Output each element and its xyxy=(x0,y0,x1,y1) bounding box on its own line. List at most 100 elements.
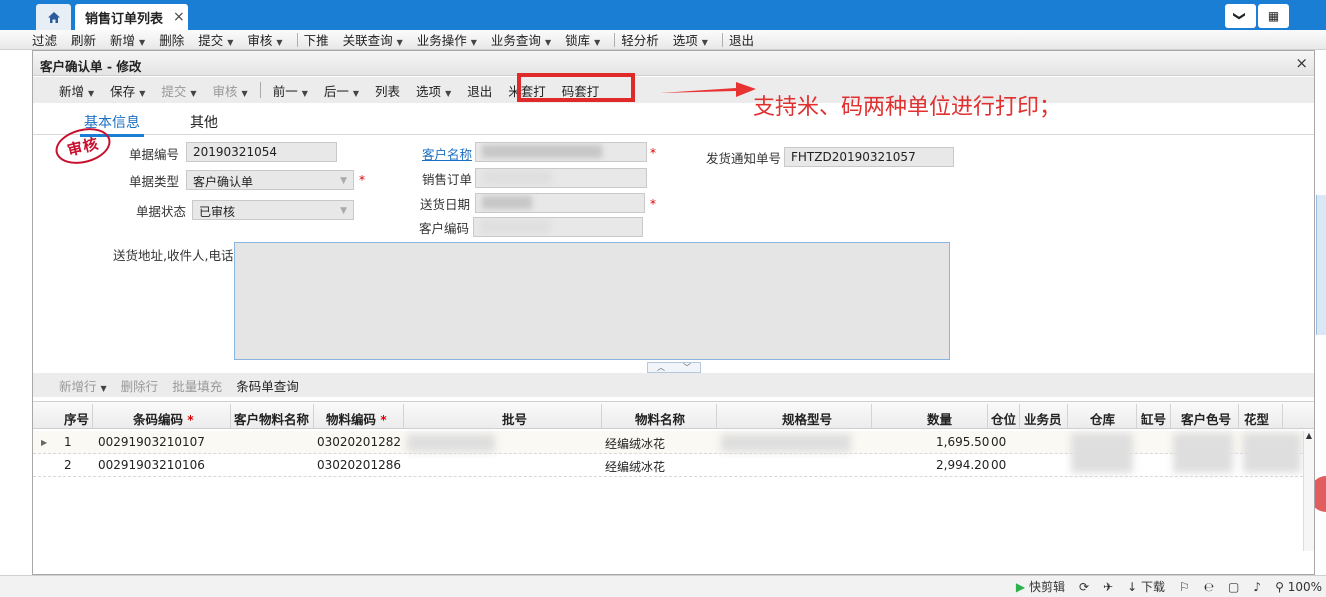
close-icon[interactable]: × xyxy=(1295,54,1308,72)
menu-filter[interactable]: 过滤 xyxy=(32,30,64,49)
menu-lock-stock[interactable]: 锁库 ▼ xyxy=(565,30,607,49)
top-tab-bar: 销售订单列表 × ❯ ▦ xyxy=(0,0,1326,30)
tab-sales-order-list[interactable]: 销售订单列表 × xyxy=(75,4,188,30)
table-row[interactable]: 2 00291903210106 03020201286 经编绒冰花 2,994… xyxy=(33,454,1303,477)
tb-options-label: 选项 xyxy=(416,83,442,99)
chevron-down-icon[interactable]: ❯ xyxy=(1225,4,1256,28)
col-seq[interactable]: 序号 xyxy=(64,409,89,428)
redacted-value xyxy=(482,145,602,158)
customer-name-field[interactable] xyxy=(475,142,647,162)
close-tab-icon[interactable]: × xyxy=(173,9,185,25)
toolbar-separator xyxy=(259,82,261,98)
customer-confirm-dialog: 客户确认单 - 修改 × 新增 ▼ 保存 ▼ 提交 ▼ 审核 ▼ 前一 ▼ 后一 ▼ 列表 … xyxy=(32,50,1315,575)
menu-bar: 过滤 刷新 新增 ▼ 删除 提交 ▼ 审核 ▼ 下推 关联查询 ▼ 业务操作 ▼ 业务查询… xyxy=(0,30,1326,50)
address-textarea[interactable] xyxy=(234,242,950,360)
tab-other[interactable]: 其他 xyxy=(190,112,218,132)
sales-order-field[interactable] xyxy=(475,168,647,188)
tb-new-button[interactable]: 新增 ▼ xyxy=(59,81,94,100)
sound-icon[interactable]: ♪ xyxy=(1253,580,1261,594)
ship-notice-field[interactable]: FHTZD20190321057 xyxy=(784,147,954,167)
menu-push-down[interactable]: 下推 xyxy=(304,30,336,49)
menu-new[interactable]: 新增 ▼ xyxy=(110,30,152,49)
delete-row-button[interactable]: 删除行 xyxy=(121,376,159,395)
customer-code-field[interactable] xyxy=(473,217,643,237)
menu-delete[interactable]: 删除 xyxy=(159,30,191,49)
dropdown-arrow-icon: ▼ xyxy=(301,88,308,98)
menu-business-op[interactable]: 业务操作 ▼ xyxy=(417,30,484,49)
menu-light-analysis[interactable]: 轻分析 xyxy=(621,30,666,49)
col-material-name[interactable]: 物料名称 xyxy=(635,409,685,428)
col-cust-color[interactable]: 客户色号 xyxy=(1181,409,1231,428)
chevron-down-icon[interactable]: ﹀ xyxy=(683,362,691,373)
address-label: 送货地址,收件人,电话 xyxy=(113,248,234,263)
menu-exit[interactable]: 退出 xyxy=(729,30,761,49)
chevron-up-icon[interactable]: ︿ xyxy=(657,362,665,373)
col-qty[interactable]: 数量 xyxy=(927,409,952,428)
redacted-value xyxy=(482,171,552,184)
batch-fill-button[interactable]: 批量填充 xyxy=(172,376,222,395)
delivery-date-field[interactable] xyxy=(475,193,645,213)
menu-new-label: 新增 xyxy=(110,33,136,48)
menu-business-query-label: 业务查询 xyxy=(490,33,541,48)
ie-icon[interactable]: ℮ xyxy=(1204,580,1214,594)
tb-exit-button[interactable]: 退出 xyxy=(467,81,492,100)
menu-lock-stock-label: 锁库 xyxy=(565,33,591,48)
column-divider xyxy=(313,404,314,428)
column-divider xyxy=(871,404,872,428)
menu-refresh[interactable]: 刷新 xyxy=(71,30,103,49)
customer-name-link[interactable]: 客户名称 xyxy=(422,144,472,163)
menu-submit[interactable]: 提交 ▼ xyxy=(198,30,240,49)
refresh-icon[interactable]: ⟳ xyxy=(1079,580,1089,594)
browser-status-bar: ▶ 快剪辑 ⟳ ✈ ↓ 下载 ⚐ ℮ ▢ ♪ ⚲ 100% xyxy=(0,575,1326,597)
tb-audit-button[interactable]: 审核 ▼ xyxy=(213,81,248,100)
tb-submit-button[interactable]: 提交 ▼ xyxy=(161,81,196,100)
col-spec[interactable]: 规格型号 xyxy=(782,409,832,428)
zoom-control[interactable]: ⚲ 100% xyxy=(1275,580,1322,594)
column-divider xyxy=(1136,404,1137,428)
tb-prev-button[interactable]: 前一 ▼ xyxy=(273,81,308,100)
tb-prev-label: 前一 xyxy=(272,83,298,99)
window-icon[interactable]: ▢ xyxy=(1228,580,1239,594)
menu-audit[interactable]: 审核 ▼ xyxy=(247,30,289,49)
required-mark: * xyxy=(650,146,656,160)
pin-icon[interactable]: ✈ xyxy=(1103,580,1113,594)
collapse-toggle[interactable]: ︿ ﹀ xyxy=(647,362,701,373)
col-barcode[interactable]: 条码编码 * xyxy=(133,409,194,428)
col-cust-material[interactable]: 客户物料名称 xyxy=(234,409,309,428)
tb-list-button[interactable]: 列表 xyxy=(375,81,400,100)
col-warehouse[interactable]: 仓库 xyxy=(1090,409,1115,428)
menu-business-query[interactable]: 业务查询 ▼ xyxy=(491,30,558,49)
col-pattern[interactable]: 花型 xyxy=(1244,409,1269,428)
cell-material-code: 03020201282 xyxy=(317,435,401,449)
col-batch[interactable]: 批号 xyxy=(502,409,527,428)
scroll-up-icon[interactable]: ▲ xyxy=(1304,431,1314,440)
clip-button[interactable]: ▶ 快剪辑 xyxy=(1016,578,1065,595)
flag-icon[interactable]: ⚐ xyxy=(1179,580,1190,594)
dropdown-arrow-icon: ▼ xyxy=(190,88,197,98)
tb-options-button[interactable]: 选项 ▼ xyxy=(416,81,451,100)
col-location[interactable]: 仓位 xyxy=(991,409,1016,428)
grid-scrollbar[interactable]: ▲ xyxy=(1303,431,1314,551)
doc-status-select[interactable]: 已审核 ▼ xyxy=(192,200,354,220)
doc-no-field[interactable]: 20190321054 xyxy=(186,142,337,162)
doc-type-select[interactable]: 客户确认单 ▼ xyxy=(186,170,354,190)
menu-related-query[interactable]: 关联查询 ▼ xyxy=(343,30,410,49)
barcode-query-button[interactable]: 条码单查询 xyxy=(236,376,299,395)
download-button[interactable]: ↓ 下载 xyxy=(1127,578,1165,595)
tb-save-button[interactable]: 保存 ▼ xyxy=(110,81,145,100)
add-row-button[interactable]: 新增行 ▼ xyxy=(59,376,107,395)
menu-related-query-label: 关联查询 xyxy=(342,33,393,48)
menu-separator xyxy=(296,32,298,47)
menu-options[interactable]: 选项 ▼ xyxy=(673,30,715,49)
col-vat[interactable]: 缸号 xyxy=(1141,409,1166,428)
redacted-value xyxy=(482,196,532,209)
table-row[interactable]: ▶ 1 00291903210107 03020201282 经编绒冰花 1,6… xyxy=(33,431,1303,473)
col-barcode-label: 条码编码 xyxy=(133,412,184,427)
home-tab[interactable] xyxy=(36,4,71,30)
menu-business-op-label: 业务操作 xyxy=(416,33,467,48)
col-material-code[interactable]: 物料编码 * xyxy=(326,409,387,428)
doc-no-label: 单据编号 xyxy=(129,147,180,162)
tb-next-button[interactable]: 后一 ▼ xyxy=(324,81,359,100)
grid-menu-icon[interactable]: ▦ xyxy=(1258,4,1289,28)
col-salesman[interactable]: 业务员 xyxy=(1024,409,1062,428)
